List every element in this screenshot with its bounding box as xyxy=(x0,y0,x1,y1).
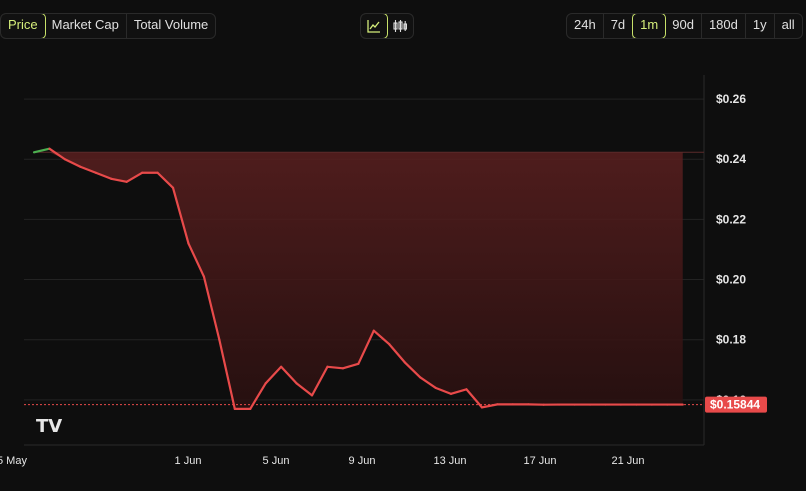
y-tick-label: $0.22 xyxy=(716,212,746,226)
current-price-tag: $0.15844 xyxy=(705,396,767,413)
tradingview-logo: TV xyxy=(36,416,62,437)
y-tick-label: $0.24 xyxy=(716,152,746,166)
y-tick-label: $0.20 xyxy=(716,273,746,287)
x-axis: 5 May 1 Jun 5 Jun 9 Jun 13 Jun 17 Jun 21 Jun xyxy=(0,455,645,467)
area-fill xyxy=(34,152,683,409)
x-tick-label: 5 May xyxy=(0,455,27,467)
price-chart[interactable]: $0.26$0.24$0.22$0.20$0.18$0.16 5 May1 Ju… xyxy=(0,0,806,491)
price-line-segment xyxy=(326,365,345,370)
x-tick-label: 17 Jun xyxy=(523,455,556,467)
x-tick-label: 9 Jun xyxy=(349,455,376,467)
x-tick-label: 1 Jun xyxy=(175,455,202,467)
x-tick-label: 5 Jun xyxy=(263,455,290,467)
y-tick-label: $0.26 xyxy=(716,92,746,106)
current-price-label: $0.15844 xyxy=(710,398,760,412)
x-tick-label: 21 Jun xyxy=(611,455,644,467)
y-axis: $0.26$0.24$0.22$0.20$0.18$0.16 xyxy=(716,92,746,407)
price-line-segment xyxy=(32,147,51,154)
x-tick-label: 13 Jun xyxy=(433,455,466,467)
y-tick-label: $0.18 xyxy=(716,333,746,347)
